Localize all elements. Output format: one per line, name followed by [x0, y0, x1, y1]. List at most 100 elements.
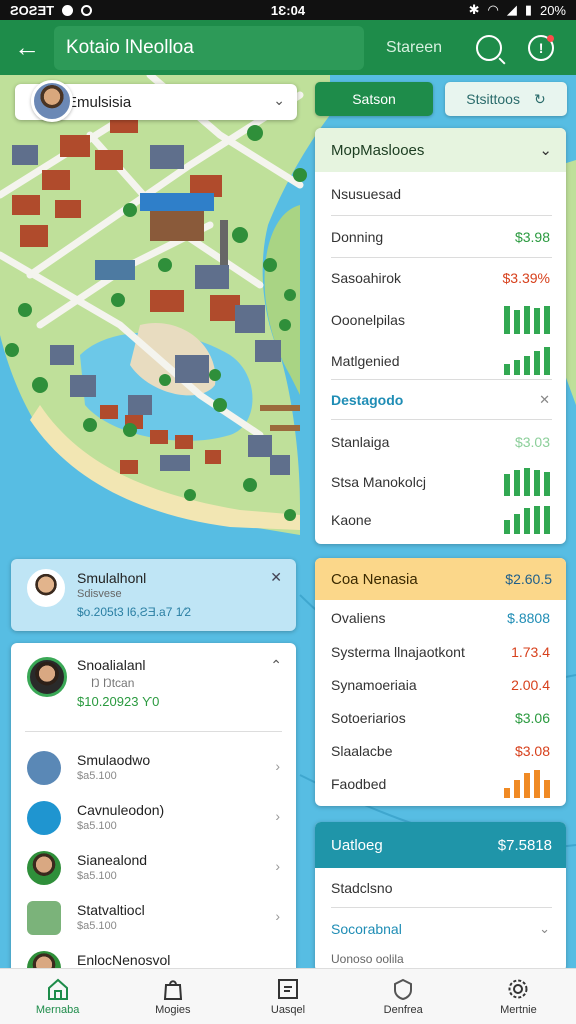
refresh-icon: ↻	[533, 90, 546, 107]
pricing-row: Systerma llnajaotkont 1.73.4	[315, 636, 566, 668]
chart-bar	[534, 351, 540, 375]
teal-header[interactable]: Uatloeg $7.5818	[315, 822, 566, 868]
primary-button[interactable]: Satson	[315, 82, 433, 116]
map-details-panel: MopMaslooes ⌄ Nsusuesad Donning $3.98 Sa…	[315, 128, 566, 544]
chart-bar	[544, 347, 550, 375]
list-item-sub: $a5.100	[77, 770, 117, 782]
chart-bar	[504, 788, 510, 798]
nav-square[interactable]: Uasqel	[230, 969, 345, 1024]
row-label: Kaone	[331, 512, 372, 528]
panel-row: Sasoahirok $3.39%	[315, 258, 566, 298]
section-title: Destagodo	[331, 392, 404, 408]
chart-bar	[534, 506, 540, 534]
list-item-sub: $a5.100	[77, 920, 117, 932]
row-label: Stsa Manokolcj	[331, 474, 426, 490]
avatar	[27, 569, 65, 607]
nav-label: Mertnie	[500, 1003, 537, 1016]
nav-label: Mogies	[155, 1003, 191, 1016]
row-label: Ovaliens	[331, 610, 386, 626]
chart-bar	[504, 474, 510, 496]
chevron-up-icon[interactable]: ⌃	[270, 657, 282, 674]
secondary-button[interactable]: Stsittoos ↻	[445, 82, 567, 116]
panel-row: Nsusuesad	[315, 172, 566, 216]
nav-label: Denfrea	[383, 1003, 423, 1016]
row-label: Donning	[331, 229, 384, 245]
row-value: $3.08	[514, 743, 550, 759]
signal-icon: ◢	[506, 2, 517, 17]
back-button[interactable]: ←	[0, 20, 54, 75]
screen-action-link[interactable]: Stareen	[386, 39, 442, 57]
alert-icon[interactable]: !	[528, 34, 555, 61]
profile-summary[interactable]: Snoalialanl Ŋ Ŋtcan $10.20923 Ƴ0 ⌃	[11, 643, 296, 731]
close-icon[interactable]: ✕	[270, 569, 282, 586]
list-item[interactable]: EnlocNenosvol	[11, 946, 296, 970]
list-item-sub: $a5.100	[77, 820, 117, 832]
panel-header[interactable]: MopMaslooes ⌄	[315, 128, 566, 172]
chart-bar	[534, 770, 540, 798]
chart-bar	[544, 472, 550, 496]
notification-card[interactable]: Smulalhonl Sdisvese $o.205t3 Ɩ6,ƧƎ.a7 1⁄…	[11, 559, 296, 631]
nav-shield[interactable]: Denfrea	[346, 969, 461, 1024]
list-item-title: Sianealond	[77, 852, 148, 868]
chart-bar	[504, 306, 510, 334]
panel-row: Matlgenied	[315, 342, 566, 380]
pricing-header-value: $2.60.5	[505, 571, 552, 587]
chart-bar	[544, 506, 550, 534]
nav-bag[interactable]: Mogies	[115, 969, 230, 1024]
teal-row: Stadclsno	[315, 868, 566, 908]
search-icon[interactable]	[476, 34, 503, 61]
chevron-right-icon: ›	[275, 808, 280, 824]
teal-row: Uonoso oolila	[315, 950, 566, 968]
chevron-down-icon: ⌄	[539, 921, 550, 936]
list-item[interactable]: Cavnuleodon) $a5.100 ›	[11, 796, 296, 846]
chevron-down-icon: ⌄	[273, 92, 285, 108]
chevron-right-icon: ›	[275, 908, 280, 924]
teal-header-value: $7.5818	[497, 836, 552, 854]
profile-name: Snoalialanl	[77, 657, 146, 673]
shield-icon	[394, 978, 413, 1000]
list-item[interactable]: Sianealond $a5.100 ›	[11, 846, 296, 896]
list-item[interactable]: Statvaltiocl $a5.100 ›	[11, 896, 296, 946]
section-row[interactable]: Destagodo ✕	[315, 380, 566, 420]
page-title: Kotaio lNeolloa	[54, 25, 364, 70]
chevron-right-icon: ›	[275, 858, 280, 874]
list-item-title: Cavnuleodon)	[77, 802, 165, 818]
status-bar: ƧOƧƎT 1Ɛ:04 ✱ ◠ ◢ ▮ 20%	[0, 0, 576, 20]
location-value: Emulsisia	[67, 93, 132, 111]
row-label: Stanlaiga	[331, 434, 390, 450]
profile-handle: Ŋ Ŋtcan	[91, 676, 135, 690]
chart-bar	[524, 468, 530, 496]
panel-row: Donning $3.98	[315, 216, 566, 258]
chart-bar	[534, 308, 540, 334]
chart-bar	[544, 780, 550, 798]
teal-row[interactable]: Socorabnal ⌄	[315, 908, 566, 950]
notification-detail: $o.205t3 Ɩ6,ƧƎ.a7 1⁄2	[77, 605, 192, 619]
person-icon	[27, 851, 61, 885]
square-icon	[278, 978, 298, 999]
house-icon	[27, 751, 61, 785]
row-label: Stadclsno	[331, 880, 393, 896]
bluetooth-icon: ✱	[468, 2, 480, 17]
bottom-navigation: Mernaba Mogies Uasqel Denfrea Mertnie	[0, 968, 576, 1024]
list-item[interactable]: Smulaodwo $a5.100 ›	[11, 746, 296, 796]
activity-list: Snoalialanl Ŋ Ŋtcan $10.20923 Ƴ0 ⌃ Smula…	[11, 643, 296, 970]
close-icon[interactable]: ✕	[539, 392, 550, 408]
chart-bar	[514, 514, 520, 534]
mini-bar-chart	[504, 468, 550, 496]
list-item-title: EnlocNenosvol	[77, 952, 171, 968]
pricing-header[interactable]: Coa Nenasia $2.60.5	[315, 558, 566, 600]
pricing-row: Faodbed	[315, 768, 566, 800]
location-selector[interactable]: Emulsisia ⌄	[15, 80, 297, 122]
nav-home[interactable]: Mernaba	[0, 969, 115, 1024]
row-value: $3.39%	[502, 270, 550, 286]
chart-bar	[524, 508, 530, 534]
row-value: 1.73.4	[511, 644, 550, 660]
wifi-icon: ◠	[487, 2, 499, 17]
carrier-text: ƧOƧƎT	[10, 2, 55, 18]
chart-bar	[544, 306, 550, 334]
avatar	[27, 657, 67, 697]
row-label: Sotoeriarios	[331, 710, 406, 726]
teal-title: Uatloeg	[331, 836, 383, 854]
nav-settings[interactable]: Mertnie	[461, 969, 576, 1024]
app-bar: ← Kotaio lNeolloa Stareen !	[0, 20, 576, 75]
